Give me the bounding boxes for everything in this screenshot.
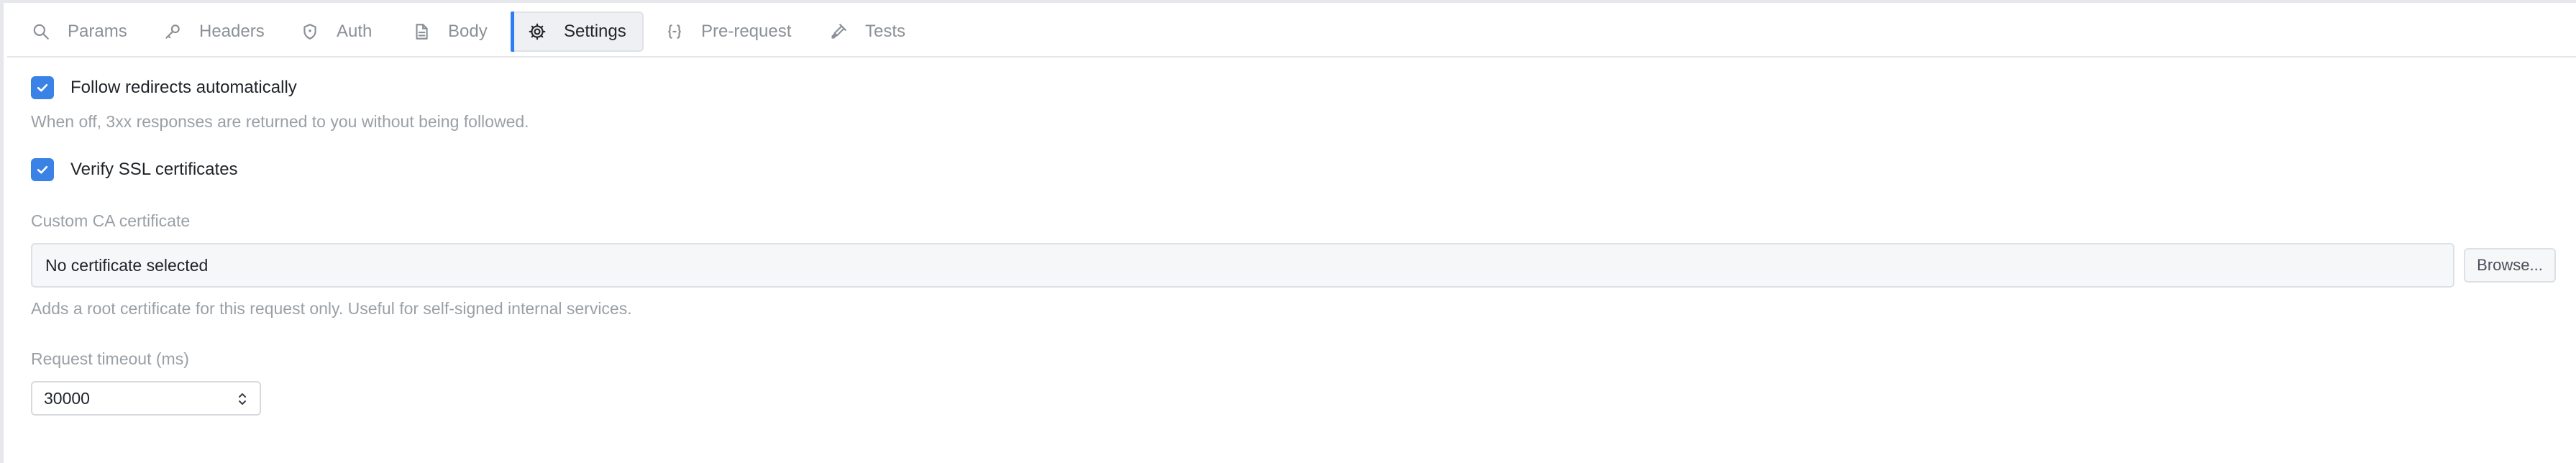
- tab-params[interactable]: Params: [32, 12, 127, 52]
- follow-redirects-label: Follow redirects automatically: [70, 78, 297, 97]
- tab-auth[interactable]: Auth: [301, 12, 372, 52]
- flask-icon: [829, 22, 848, 41]
- tab-body[interactable]: Body: [412, 12, 488, 52]
- request-settings-panel: Params Headers Auth Body Settings Pre-re…: [0, 0, 2576, 463]
- verify-ssl-label: Verify SSL certificates: [70, 160, 238, 179]
- document-icon: [412, 22, 431, 41]
- tab-headers[interactable]: Headers: [163, 12, 265, 52]
- gear-icon: [528, 22, 547, 41]
- tab-label: Settings: [564, 22, 626, 41]
- tab-settings[interactable]: Settings: [511, 12, 644, 52]
- custom-ca-value: No certificate selected: [45, 255, 209, 275]
- check-icon: [37, 165, 48, 174]
- braces-icon: [665, 22, 684, 41]
- follow-redirects-row: Follow redirects automatically: [31, 76, 297, 99]
- tab-label: Tests: [865, 22, 906, 41]
- search-icon: [32, 22, 50, 41]
- key-icon: [163, 22, 182, 41]
- stepper-arrows-icon[interactable]: [237, 390, 248, 408]
- check-icon: [37, 83, 48, 92]
- tab-label: Body: [448, 22, 488, 41]
- timeout-input[interactable]: 30000: [31, 381, 261, 416]
- tab-tests[interactable]: Tests: [829, 12, 905, 52]
- verify-ssl-checkbox[interactable]: [31, 158, 54, 181]
- request-tab-bar: Params Headers Auth Body Settings Pre-re…: [7, 6, 2576, 58]
- tab-pre-request[interactable]: Pre-request: [665, 12, 791, 52]
- browse-button[interactable]: Browse...: [2464, 248, 2556, 283]
- custom-ca-helper: Adds a root certificate for this request…: [31, 299, 632, 318]
- tab-label: Headers: [199, 22, 265, 41]
- follow-redirects-helper: When off, 3xx responses are returned to …: [31, 112, 529, 131]
- timeout-value: 30000: [44, 388, 90, 408]
- custom-ca-label: Custom CA certificate: [31, 211, 191, 230]
- tab-label: Auth: [337, 22, 373, 41]
- tab-label: Params: [68, 22, 127, 41]
- follow-redirects-checkbox[interactable]: [31, 76, 54, 99]
- tab-label: Pre-request: [701, 22, 792, 41]
- timeout-label: Request timeout (ms): [31, 349, 189, 368]
- shield-icon: [301, 22, 319, 41]
- custom-ca-field[interactable]: No certificate selected: [31, 243, 2454, 288]
- verify-ssl-row: Verify SSL certificates: [31, 158, 238, 181]
